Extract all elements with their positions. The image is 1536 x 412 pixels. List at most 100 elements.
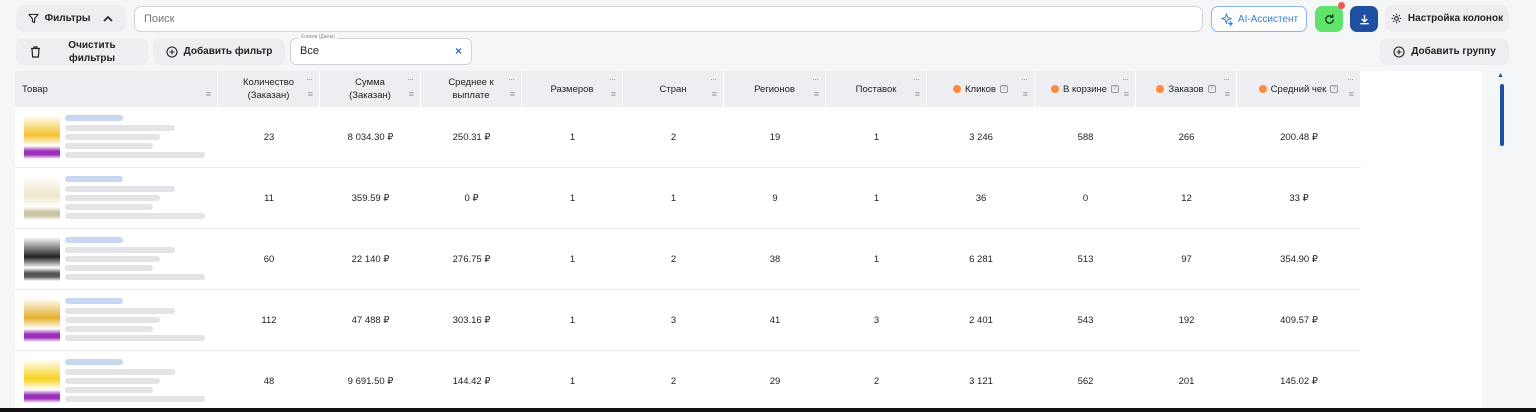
column-header-countries[interactable]: Стран ··· ≡ [623,71,724,107]
column-menu-icon[interactable]: ≡ [1349,88,1354,101]
product-detail-blurred [65,125,175,131]
column-menu-icon[interactable]: ≡ [510,88,515,101]
column-header-supplies[interactable]: Поставок ··· ≡ [826,71,927,107]
product-thumbnail[interactable] [24,237,60,281]
search-input[interactable] [134,6,1203,32]
column-menu-icon[interactable]: ≡ [1124,88,1129,101]
more-icon[interactable]: ··· [710,73,717,86]
column-menu-icon[interactable]: ≡ [308,88,313,101]
product-detail-blurred [65,213,205,219]
product-cell[interactable] [15,229,218,289]
ai-assistant-button[interactable]: AI-Ассистент [1211,6,1307,32]
product-thumbnail[interactable] [24,115,60,159]
column-header-avg-check[interactable]: Средний чек? ··· ≡ [1237,71,1361,107]
refresh-button[interactable] [1315,6,1343,32]
clear-filters-label: Очистить фильтры [68,39,116,64]
product-name-blurred[interactable] [65,176,123,182]
column-header-orders[interactable]: Заказов? ··· ≡ [1136,71,1237,107]
table-row[interactable]: 112 47 488 ₽ 303.16 ₽ 1 3 41 3 2 401 543 192 409.5… [15,290,1361,351]
column-header-quantity[interactable]: Количество (Заказан) ··· ≡ [218,71,320,107]
cell-sizes: 1 [569,253,576,265]
sparkle-icon [1220,12,1233,26]
column-menu-icon[interactable]: ≡ [409,88,414,101]
product-name-blurred[interactable] [65,237,123,243]
more-icon[interactable]: ··· [1122,73,1129,86]
column-header-sum[interactable]: Сумма (Заказан) ··· ≡ [320,71,421,107]
cell-supplies: 1 [873,192,880,204]
column-header-clicks[interactable]: Кликов? ··· ≡ [927,71,1035,107]
table-row[interactable]: 23 8 034.30 ₽ 250.31 ₽ 1 2 19 1 3 246 588 266 200.… [15,107,1361,168]
more-icon[interactable]: ··· [812,73,819,86]
column-header-in-cart[interactable]: В корзине? ··· ≡ [1035,71,1136,107]
cell-avg-payout: 0 ₽ [464,192,479,204]
product-detail-blurred [65,195,160,201]
cell-supplies: 3 [873,314,880,326]
product-detail-blurred [65,369,175,375]
column-settings-label: Настройка колонок [1407,13,1504,24]
more-icon[interactable]: ··· [508,73,515,86]
column-menu-icon[interactable]: ≡ [814,88,819,101]
help-icon[interactable]: ? [1207,85,1216,93]
download-button[interactable] [1350,6,1378,32]
product-detail-blurred [65,317,160,323]
add-filter-button[interactable]: Добавить фильтр [153,38,285,65]
column-header-label: Товар [22,83,48,95]
help-icon[interactable]: ? [1330,85,1339,93]
product-cell[interactable] [15,168,218,228]
product-thumbnail[interactable] [24,176,60,220]
cell-supplies: 1 [873,131,880,143]
cell-in-cart: 562 [1077,375,1094,387]
table-row[interactable]: 60 22 140 ₽ 276.75 ₽ 1 2 38 1 6 281 513 97 354.90 … [15,229,1361,290]
more-icon[interactable]: ··· [609,73,616,86]
column-settings-button[interactable]: Настройка колонок [1385,5,1509,32]
scrollbar-thumb[interactable] [1500,84,1504,146]
cell-in-cart: 513 [1077,253,1094,265]
product-detail-blurred [65,265,153,271]
column-header-product[interactable]: Товар ≡ [15,71,218,107]
product-cell[interactable] [15,290,218,350]
product-thumbnail[interactable] [24,359,60,403]
product-name-blurred[interactable] [65,359,123,365]
app-frame: Фильтры AI-Ассистент Настройка колонок О… [0,0,1536,412]
column-header-label: Регионов [754,83,795,95]
table-row[interactable]: 48 9 691.50 ₽ 144.42 ₽ 1 2 29 2 3 121 562 201 145.… [15,351,1361,412]
clear-icon[interactable]: × [455,44,462,58]
help-icon[interactable]: ? [1110,85,1119,93]
ai-assistant-label: AI-Ассистент [1237,13,1299,25]
column-menu-icon[interactable]: ≡ [611,88,616,101]
cell-in-cart: 543 [1077,314,1094,326]
clicks-filter-select[interactable]: Кликов (Джем) Все × [290,34,472,65]
column-menu-icon[interactable]: ≡ [1023,88,1028,101]
clear-filters-button[interactable]: Очистить фильтры [16,38,148,65]
more-icon[interactable]: ··· [1223,73,1230,86]
column-menu-icon[interactable]: ≡ [915,88,920,101]
more-icon[interactable]: ··· [407,73,414,86]
product-name-blurred[interactable] [65,115,123,121]
column-menu-icon[interactable]: ≡ [712,88,717,101]
product-cell[interactable] [15,351,218,411]
cell-supplies: 1 [873,253,880,265]
column-menu-icon[interactable]: ≡ [1225,88,1230,101]
cell-regions: 29 [769,375,781,387]
more-icon[interactable]: ··· [306,73,313,86]
product-detail-blurred [65,335,205,341]
scroll-up-arrow[interactable]: ▲ [1497,72,1504,79]
column-header-avg-payout[interactable]: Среднее к выплате ··· ≡ [421,71,522,107]
product-cell[interactable] [15,107,218,167]
cell-countries: 1 [670,192,677,204]
filters-toggle-button[interactable]: Фильтры [16,5,126,32]
cell-avg-check: 200.48 ₽ [1280,131,1318,143]
help-icon[interactable]: ? [999,85,1008,93]
product-thumbnail[interactable] [24,298,60,342]
product-name-blurred[interactable] [65,298,123,304]
column-header-regions[interactable]: Регионов ··· ≡ [724,71,826,107]
add-group-button[interactable]: Добавить группу [1380,38,1509,65]
cell-clicks: 6 281 [969,253,993,265]
more-icon[interactable]: ··· [913,73,920,86]
column-menu-icon[interactable]: ≡ [206,88,211,101]
more-icon[interactable]: ··· [1021,73,1028,86]
more-icon[interactable]: ··· [1347,73,1354,86]
column-header-sizes[interactable]: Размеров ··· ≡ [522,71,623,107]
refresh-icon [1324,13,1334,24]
table-row[interactable]: 11 359.59 ₽0 ₽1 1 9 1 36 0 12 33 ₽ [15,168,1361,229]
